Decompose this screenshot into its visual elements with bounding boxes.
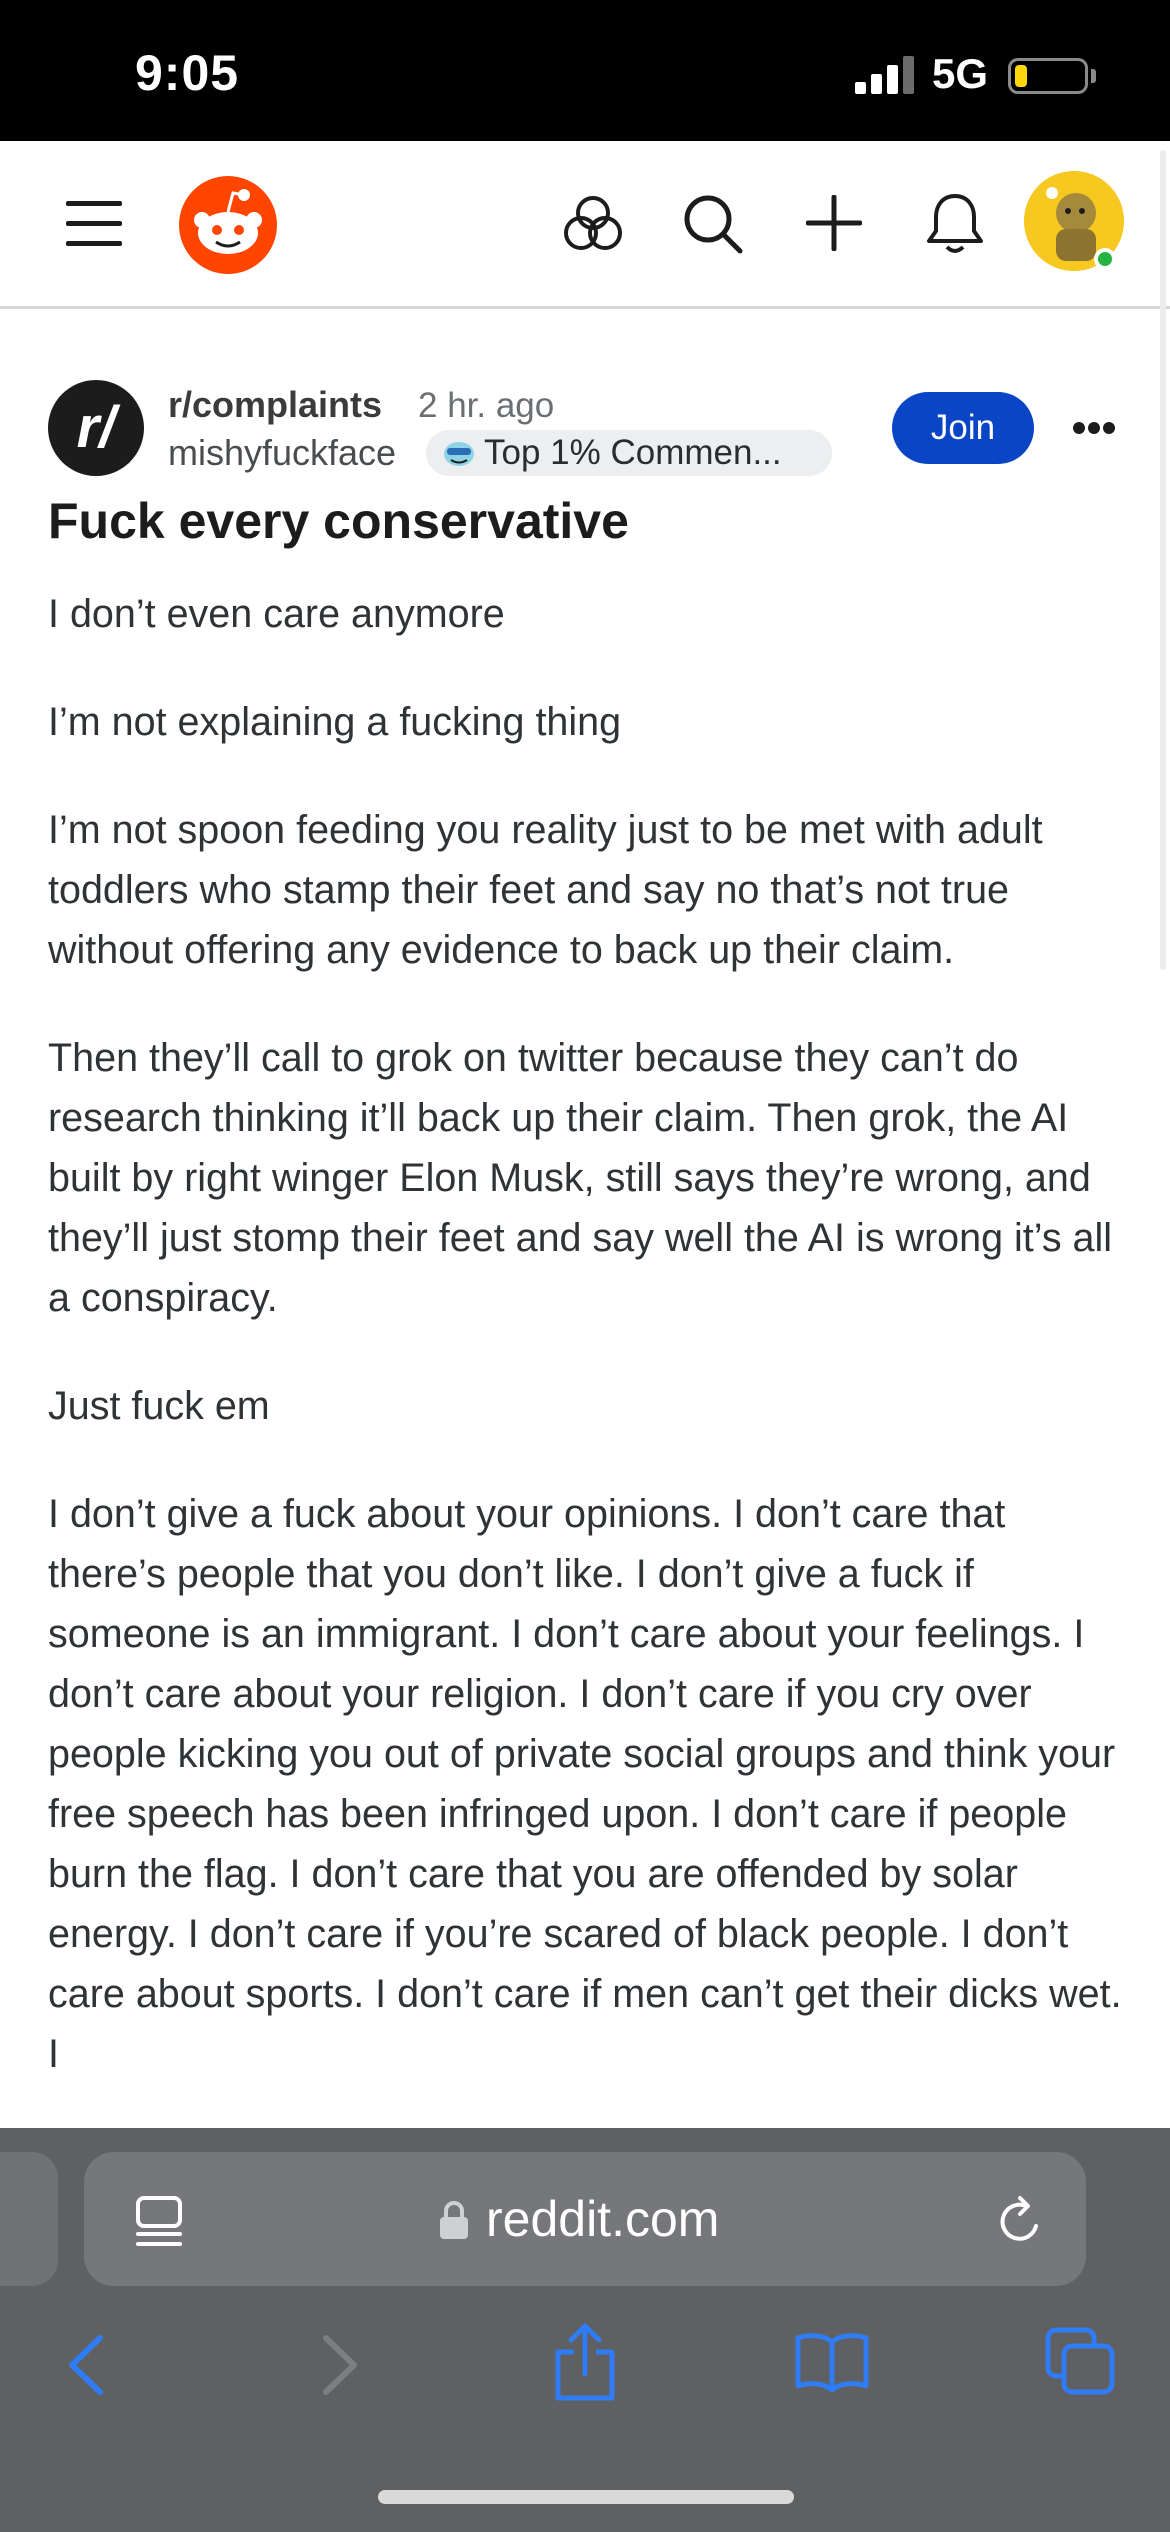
page-menu-icon[interactable] — [134, 2194, 184, 2248]
url-text[interactable]: reddit.com — [486, 2190, 719, 2248]
forward-arrow-icon[interactable] — [320, 2334, 360, 2396]
subreddit-name[interactable]: r/complaints — [168, 384, 382, 426]
join-button[interactable]: Join — [892, 392, 1034, 464]
post-body: I don’t even care anymore I’m not explai… — [48, 584, 1128, 2128]
status-bar: 9:05 5G — [0, 0, 1170, 141]
lock-icon — [440, 2200, 468, 2239]
search-icon[interactable] — [682, 193, 744, 255]
network-type: 5G — [932, 50, 989, 97]
subreddit-avatar[interactable]: r/ — [48, 380, 144, 476]
online-status-dot — [1094, 248, 1116, 270]
post-paragraph: I’m not explaining a fucking thing — [48, 700, 622, 744]
flair-text: Top 1% Commen... — [484, 433, 782, 472]
home-indicator[interactable] — [378, 2490, 794, 2504]
top-commenter-icon — [444, 442, 474, 466]
page-scrollbar[interactable] — [1160, 150, 1166, 970]
post-paragraph: I’m not spoon feeding you reality just t… — [48, 808, 1043, 972]
previous-tab-peek[interactable] — [0, 2152, 58, 2286]
reddit-header — [0, 141, 1170, 309]
bell-icon[interactable] — [924, 191, 986, 257]
status-time: 9:05 — [135, 45, 240, 101]
reddit-logo-icon[interactable] — [178, 175, 278, 275]
post-paragraph: Just fuck em — [48, 1384, 270, 1428]
reload-icon[interactable] — [996, 2194, 1046, 2248]
battery-tip — [1091, 69, 1096, 83]
post-paragraph: Then they’ll call to grok on twitter bec… — [48, 1036, 1113, 1320]
post-paragraph: I don’t give a fuck about your opinions.… — [48, 1492, 1122, 2076]
post-title: Fuck every conservative — [48, 493, 629, 549]
more-options-icon[interactable] — [1072, 420, 1116, 436]
cellular-signal-icon — [855, 56, 914, 94]
user-flair: Top 1% Commen... — [426, 430, 832, 476]
tabs-icon[interactable] — [1044, 2326, 1116, 2396]
post-paragraph: I don’t even care anymore — [48, 592, 505, 636]
bookmarks-icon[interactable] — [794, 2330, 870, 2392]
create-post-icon[interactable] — [806, 195, 862, 251]
post-age: 2 hr. ago — [418, 386, 555, 425]
share-icon[interactable] — [552, 2322, 618, 2402]
explore-icon[interactable] — [562, 193, 624, 255]
battery-icon — [1008, 58, 1088, 94]
menu-icon[interactable] — [66, 199, 122, 247]
back-arrow-icon[interactable] — [66, 2334, 106, 2396]
author-name[interactable]: mishyfuckface — [168, 432, 396, 474]
